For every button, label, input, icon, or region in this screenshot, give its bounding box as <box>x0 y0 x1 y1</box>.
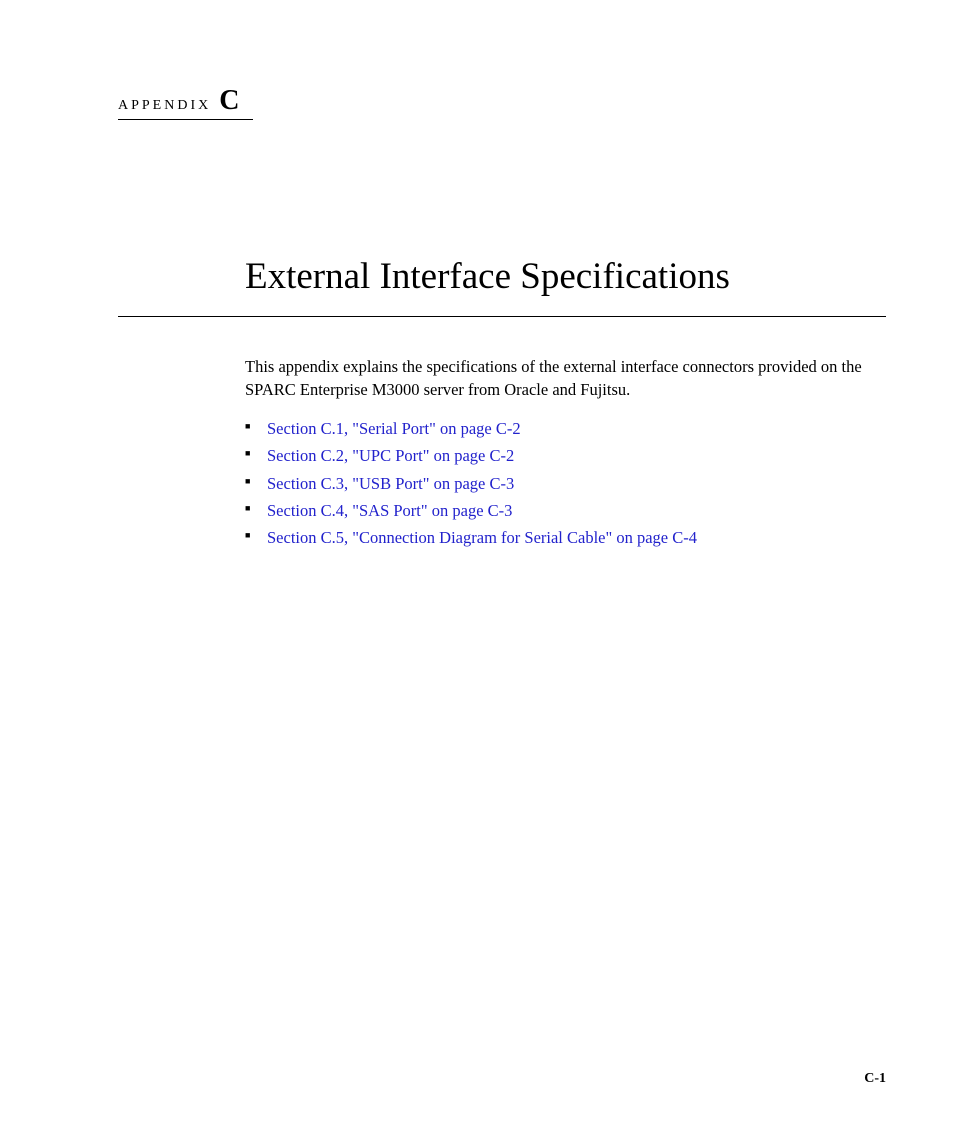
section-link[interactable]: Section C.2, "UPC Port" on page C-2 <box>267 446 514 465</box>
title-rule <box>118 316 886 317</box>
page-number: C-1 <box>864 1071 886 1087</box>
appendix-header: APPENDIX C <box>118 85 253 120</box>
content-area: External Interface Specifications This a… <box>245 255 886 551</box>
page-container: APPENDIX C External Interface Specificat… <box>0 0 954 1145</box>
section-link[interactable]: Section C.3, "USB Port" on page C-3 <box>267 474 514 493</box>
page-title: External Interface Specifications <box>245 255 886 298</box>
appendix-label: APPENDIX <box>118 98 211 113</box>
list-item: Section C.4, "SAS Port" on page C-3 <box>245 497 886 524</box>
list-item: Section C.3, "USB Port" on page C-3 <box>245 470 886 497</box>
section-link-list: Section C.1, "Serial Port" on page C-2 S… <box>245 415 886 551</box>
section-link[interactable]: Section C.1, "Serial Port" on page C-2 <box>267 419 521 438</box>
section-link[interactable]: Section C.5, "Connection Diagram for Ser… <box>267 528 697 547</box>
appendix-letter: C <box>219 85 239 116</box>
section-link[interactable]: Section C.4, "SAS Port" on page C-3 <box>267 501 512 520</box>
intro-paragraph: This appendix explains the specification… <box>245 355 886 401</box>
list-item: Section C.5, "Connection Diagram for Ser… <box>245 524 886 551</box>
list-item: Section C.2, "UPC Port" on page C-2 <box>245 442 886 469</box>
list-item: Section C.1, "Serial Port" on page C-2 <box>245 415 886 442</box>
